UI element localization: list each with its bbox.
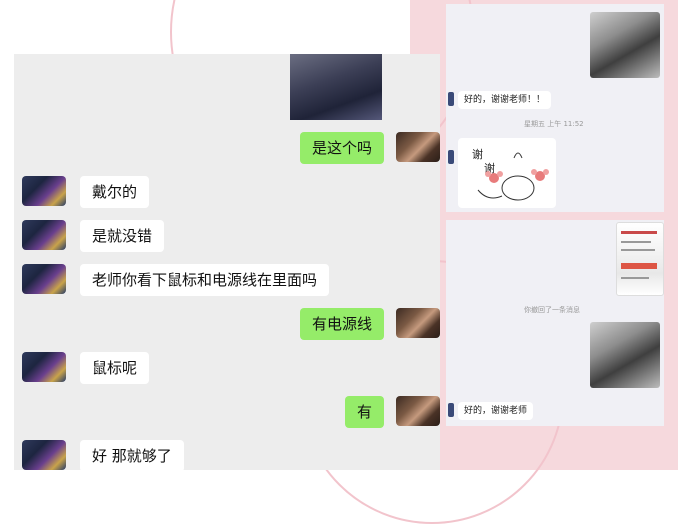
avatar-contact[interactable] [448,150,454,164]
chat-row: 有电源线 [14,308,440,348]
avatar-contact[interactable] [22,264,66,294]
chat-row: 老师你看下鼠标和电源线在里面吗 [14,264,440,304]
chat-bubble-outgoing[interactable]: 有电源线 [299,308,384,340]
chat-row: 戴尔的 [14,176,440,216]
chat-bubble-incoming[interactable]: 好的，谢谢老师 [458,402,534,420]
chat-bubble-incoming[interactable]: 好的，谢谢老师！！ [458,91,552,109]
flower-cartoon-icon [477,152,549,201]
avatar-self[interactable] [396,396,440,426]
sticker-thanks[interactable]: 谢 谢 [458,138,556,208]
chat-row: 是就没错 [14,220,440,260]
chat-bubble-incoming[interactable]: 鼠标呢 [80,352,150,384]
left-chat-screenshot: 是这个吗 戴尔的 是就没错 老师你看下鼠标和电源线在里面吗 有电源线 鼠标呢 有… [14,54,440,470]
timestamp: 星期五 上午 11:52 [524,120,584,128]
chat-row: 有 [14,396,440,436]
shared-photo[interactable] [590,322,660,388]
chat-bubble-outgoing[interactable]: 有 [344,396,384,428]
shared-screenshot-image[interactable] [616,222,664,296]
avatar-contact[interactable] [448,92,454,106]
chat-bubble-incoming[interactable]: 是就没错 [80,220,165,252]
chat-row: 鼠标呢 [14,352,440,392]
chat-row: 好 那就够了 [14,440,440,470]
chat-bubble-incoming[interactable]: 好 那就够了 [80,440,184,470]
avatar-contact[interactable] [448,403,454,417]
chat-row: 是这个吗 [14,132,440,172]
recall-notice: 你撤回了一条消息 [524,306,580,314]
chat-bubble-incoming[interactable]: 老师你看下鼠标和电源线在里面吗 [80,264,330,296]
shared-photo[interactable] [590,12,660,78]
chat-bubble-incoming[interactable]: 戴尔的 [80,176,150,208]
avatar-self[interactable] [396,308,440,338]
avatar-contact[interactable] [22,176,66,206]
avatar-contact[interactable] [22,220,66,250]
avatar-contact[interactable] [22,440,66,470]
shared-photo[interactable] [290,54,382,120]
avatar-self[interactable] [396,132,440,162]
chat-bubble-outgoing[interactable]: 是这个吗 [299,132,384,164]
avatar-contact[interactable] [22,352,66,382]
